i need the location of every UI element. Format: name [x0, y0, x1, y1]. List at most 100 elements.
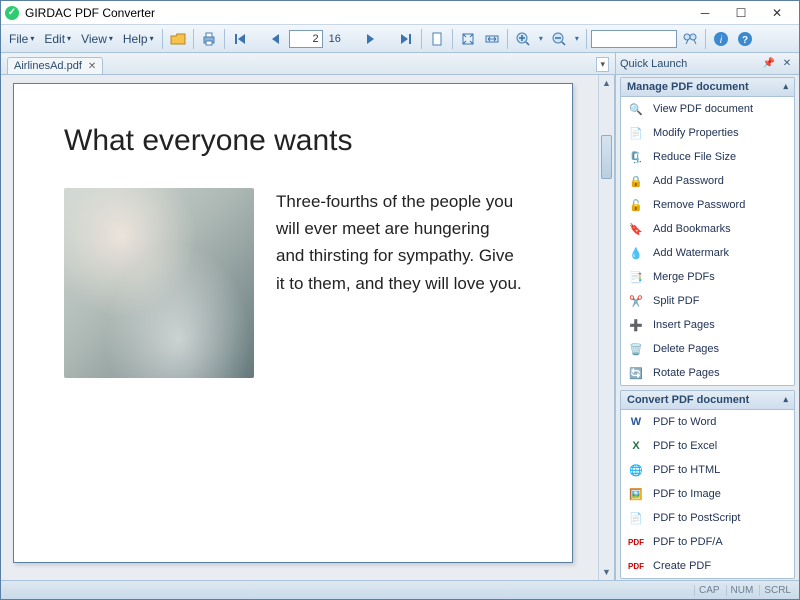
item-create-pdf[interactable]: PDFCreate PDF	[621, 554, 794, 578]
item-merge-pdfs[interactable]: 📑Merge PDFs	[621, 265, 794, 289]
word-icon: W	[627, 413, 645, 431]
zoom-out-button[interactable]	[548, 28, 570, 50]
help-button[interactable]: ?	[734, 28, 756, 50]
item-rotate-pages[interactable]: 🔄Rotate Pages	[621, 361, 794, 385]
item-modify-properties[interactable]: 📄Modify Properties	[621, 121, 794, 145]
separator	[507, 29, 508, 49]
print-button[interactable]	[198, 28, 220, 50]
postscript-icon: 📄	[627, 509, 645, 527]
item-add-watermark[interactable]: 💧Add Watermark	[621, 241, 794, 265]
info-button[interactable]: i	[710, 28, 732, 50]
rotate-icon: 🔄	[627, 364, 645, 382]
minimize-button[interactable]: ─	[687, 2, 723, 24]
menu-help[interactable]: Help▾	[119, 30, 158, 48]
first-page-button[interactable]	[229, 28, 251, 50]
quick-launch-panel: Quick Launch 📌 ✕ Manage PDF document ▴ 🔍…	[615, 53, 799, 580]
next-page-button[interactable]	[359, 28, 381, 50]
status-num: NUM	[726, 585, 758, 596]
chevron-down-icon: ▾	[150, 34, 154, 43]
pin-icon[interactable]: 📌	[761, 57, 777, 71]
tabstrip: AirlinesAd.pdf ✕ ▾	[1, 53, 615, 75]
scroll-thumb[interactable]	[601, 135, 612, 179]
separator	[705, 29, 706, 49]
item-view-pdf[interactable]: 🔍View PDF document	[621, 97, 794, 121]
single-page-button[interactable]	[426, 28, 448, 50]
split-icon: ✂️	[627, 292, 645, 310]
svg-text:?: ?	[742, 35, 748, 46]
page-count-label: 16	[325, 33, 345, 45]
separator	[452, 29, 453, 49]
fit-width-button[interactable]	[481, 28, 503, 50]
titlebar: ✓ GIRDAC PDF Converter ─ ☐ ✕	[1, 1, 799, 25]
quick-launch-title: Quick Launch	[620, 58, 759, 70]
insert-icon: ➕	[627, 316, 645, 334]
collapse-icon: ▴	[783, 81, 788, 93]
app-window: ✓ GIRDAC PDF Converter ─ ☐ ✕ File▾ Edit▾…	[0, 0, 800, 600]
chevron-down-icon: ▾	[67, 34, 71, 43]
separator	[421, 29, 422, 49]
panel-close-icon[interactable]: ✕	[779, 57, 795, 71]
delete-icon: 🗑️	[627, 340, 645, 358]
collapse-icon: ▴	[783, 394, 788, 406]
html-icon: 🌐	[627, 461, 645, 479]
item-pdf-to-html[interactable]: 🌐PDF to HTML	[621, 458, 794, 482]
create-pdf-icon: PDF	[627, 557, 645, 575]
current-page-input[interactable]	[289, 30, 323, 48]
zoom-out-dropdown[interactable]: ▾	[572, 28, 582, 50]
statusbar: CAP NUM SCRL	[1, 580, 799, 599]
document-image	[64, 188, 254, 378]
scroll-up-icon[interactable]: ▲	[599, 75, 614, 91]
bookmark-icon: 🔖	[627, 220, 645, 238]
document-tab[interactable]: AirlinesAd.pdf ✕	[7, 57, 103, 74]
section-manage-header[interactable]: Manage PDF document ▴	[621, 78, 794, 97]
menu-file[interactable]: File▾	[5, 30, 38, 48]
merge-icon: 📑	[627, 268, 645, 286]
excel-icon: X	[627, 437, 645, 455]
separator	[224, 29, 225, 49]
document-viewport[interactable]: What everyone wants Three-fourths of the…	[1, 75, 615, 580]
item-add-password[interactable]: 🔒Add Password	[621, 169, 794, 193]
prev-page-button[interactable]	[265, 28, 287, 50]
pdf-page: What everyone wants Three-fourths of the…	[13, 83, 573, 563]
section-manage: Manage PDF document ▴ 🔍View PDF document…	[620, 77, 795, 386]
quick-launch-header: Quick Launch 📌 ✕	[616, 53, 799, 75]
menu-view[interactable]: View▾	[77, 30, 117, 48]
menu-edit[interactable]: Edit▾	[40, 30, 75, 48]
section-convert-header[interactable]: Convert PDF document ▴	[621, 391, 794, 410]
last-page-button[interactable]	[395, 28, 417, 50]
scroll-down-icon[interactable]: ▼	[599, 564, 614, 580]
compress-icon: 🗜️	[627, 148, 645, 166]
vertical-scrollbar[interactable]: ▲ ▼	[598, 75, 614, 580]
chevron-down-icon: ▾	[109, 34, 113, 43]
fit-page-button[interactable]	[457, 28, 479, 50]
open-folder-button[interactable]	[167, 28, 189, 50]
close-button[interactable]: ✕	[759, 2, 795, 24]
item-pdf-to-pdfa[interactable]: PDFPDF to PDF/A	[621, 530, 794, 554]
maximize-button[interactable]: ☐	[723, 2, 759, 24]
tab-list-dropdown[interactable]: ▾	[596, 57, 609, 72]
search-input[interactable]	[591, 30, 677, 48]
zoom-in-dropdown[interactable]: ▾	[536, 28, 546, 50]
tab-close-icon[interactable]: ✕	[88, 61, 96, 72]
tab-label: AirlinesAd.pdf	[14, 60, 82, 72]
item-delete-pages[interactable]: 🗑️Delete Pages	[621, 337, 794, 361]
separator	[162, 29, 163, 49]
item-pdf-to-word[interactable]: WPDF to Word	[621, 410, 794, 434]
item-insert-pages[interactable]: ➕Insert Pages	[621, 313, 794, 337]
item-reduce-size[interactable]: 🗜️Reduce File Size	[621, 145, 794, 169]
find-button[interactable]	[679, 28, 701, 50]
item-pdf-to-excel[interactable]: XPDF to Excel	[621, 434, 794, 458]
document-heading: What everyone wants	[64, 124, 522, 158]
lock-icon: 🔒	[627, 172, 645, 190]
zoom-in-button[interactable]	[512, 28, 534, 50]
image-icon: 🖼️	[627, 485, 645, 503]
document-body-text: Three-fourths of the people you will eve…	[276, 188, 522, 297]
item-pdf-to-image[interactable]: 🖼️PDF to Image	[621, 482, 794, 506]
watermark-icon: 💧	[627, 244, 645, 262]
item-remove-password[interactable]: 🔓Remove Password	[621, 193, 794, 217]
item-add-bookmarks[interactable]: 🔖Add Bookmarks	[621, 217, 794, 241]
chevron-down-icon: ▾	[30, 34, 34, 43]
item-split-pdf[interactable]: ✂️Split PDF	[621, 289, 794, 313]
item-pdf-to-postscript[interactable]: 📄PDF to PostScript	[621, 506, 794, 530]
pdfa-icon: PDF	[627, 533, 645, 551]
